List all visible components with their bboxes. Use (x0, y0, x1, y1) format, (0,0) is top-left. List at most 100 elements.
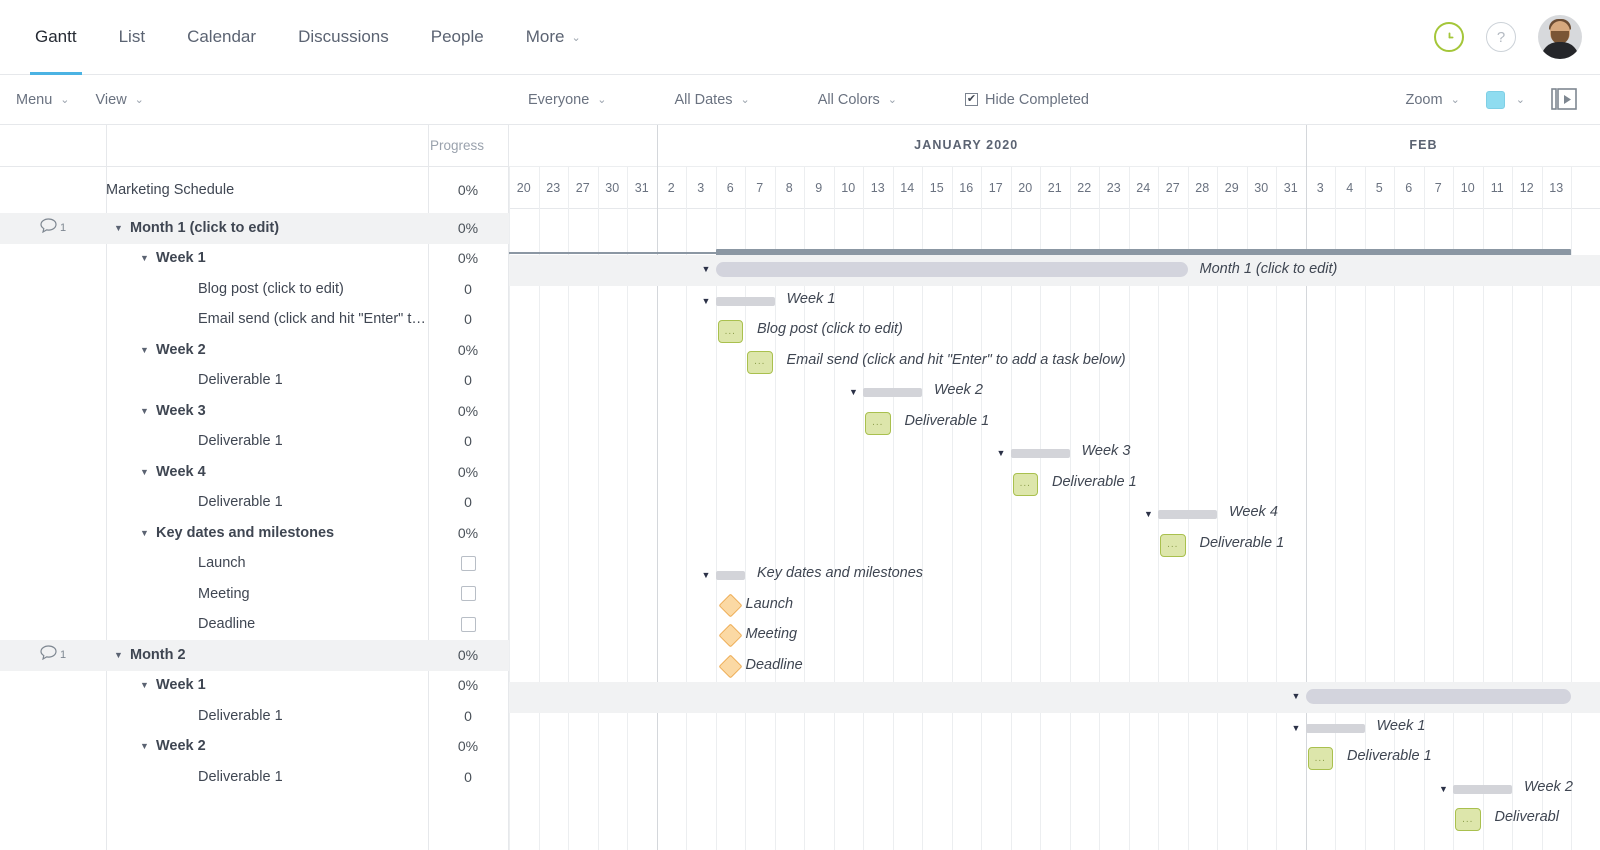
collapse-triangle-icon[interactable]: ▼ (997, 448, 1006, 458)
nav-tab-people[interactable]: People (410, 0, 505, 74)
progress-value[interactable]: 0% (428, 677, 508, 693)
progress-value[interactable]: 0% (428, 403, 508, 419)
all-colors-dropdown[interactable]: All Colors ⌄ (818, 92, 897, 108)
progress-value[interactable]: 0% (428, 525, 508, 541)
hide-completed-checkbox[interactable]: ✔ (965, 93, 978, 106)
gantt-milestone-diamond[interactable] (718, 654, 742, 678)
view-dropdown[interactable]: View ⌄ (96, 92, 144, 108)
hide-completed-toggle[interactable]: ✔ Hide Completed (965, 92, 1089, 108)
expand-triangle-icon[interactable]: ▼ (140, 467, 156, 477)
table-row[interactable]: Deliverable 10 (0, 366, 509, 397)
gantt-week-bar[interactable] (1158, 510, 1217, 519)
gantt-week-bar[interactable] (863, 388, 922, 397)
expand-triangle-icon[interactable]: ▼ (114, 223, 130, 233)
task-name-cell[interactable]: Meeting (106, 586, 428, 602)
task-name-cell[interactable]: Deliverable 1 (106, 769, 428, 785)
collapse-triangle-icon[interactable]: ▼ (1292, 691, 1301, 701)
progress-value[interactable]: 0% (428, 250, 508, 266)
nav-tab-more[interactable]: More⌄ (505, 0, 602, 74)
progress-value[interactable]: 0 (428, 281, 508, 297)
progress-cell[interactable] (428, 617, 508, 632)
everyone-dropdown[interactable]: Everyone ⌄ (528, 92, 606, 108)
gantt-row[interactable]: Launch (509, 591, 1600, 622)
collapse-triangle-icon[interactable]: ▼ (1144, 509, 1153, 519)
progress-value[interactable]: 0% (428, 647, 508, 663)
task-name-cell[interactable]: ▼Week 4 (106, 464, 428, 480)
comment-cell[interactable]: 1 (0, 218, 106, 237)
table-row[interactable]: ▼Week 10% (0, 671, 509, 702)
gantt-task-bar[interactable]: ... (865, 412, 891, 435)
milestone-checkbox[interactable] (461, 617, 476, 632)
progress-value[interactable]: 0% (428, 464, 508, 480)
progress-value[interactable]: 0% (428, 342, 508, 358)
gantt-week-bar[interactable] (716, 571, 746, 580)
expand-triangle-icon[interactable]: ▼ (140, 680, 156, 690)
gantt-row[interactable]: ▼Week 3 (509, 438, 1600, 469)
table-row[interactable]: Deliverable 10 (0, 762, 509, 793)
table-row[interactable]: Meeting (0, 579, 509, 610)
gantt-milestone-diamond[interactable] (718, 593, 742, 617)
nav-tab-list[interactable]: List (98, 0, 166, 74)
table-row[interactable]: Blog post (click to edit)0 (0, 274, 509, 305)
expand-triangle-icon[interactable]: ▼ (140, 253, 156, 263)
all-dates-dropdown[interactable]: All Dates ⌄ (674, 92, 749, 108)
gantt-week-bar[interactable] (716, 297, 775, 306)
color-swatch-dropdown[interactable]: ⌄ (1486, 91, 1525, 109)
gantt-row[interactable]: ...Deliverable 1 (509, 469, 1600, 500)
table-row[interactable]: Deadline (0, 610, 509, 641)
expand-triangle-icon[interactable]: ▼ (114, 650, 130, 660)
gantt-task-bar[interactable]: ... (1455, 808, 1481, 831)
expand-triangle-icon[interactable]: ▼ (140, 741, 156, 751)
task-name-cell[interactable]: ▼Week 2 (106, 738, 428, 754)
task-name-cell[interactable]: Deadline (106, 616, 428, 632)
task-name-cell[interactable]: ▼Month 2 (106, 647, 428, 663)
zoom-dropdown[interactable]: Zoom ⌄ (1405, 92, 1459, 108)
table-row[interactable]: 1▼Month 20% (0, 640, 509, 671)
gantt-task-bar[interactable]: ... (718, 320, 744, 343)
gantt-task-bar[interactable]: ... (1308, 747, 1334, 770)
progress-cell[interactable] (428, 556, 508, 571)
gantt-row[interactable]: ...Blog post (click to edit) (509, 316, 1600, 347)
menu-dropdown[interactable]: Menu ⌄ (16, 92, 70, 108)
gantt-parent-bar[interactable] (716, 262, 1188, 277)
gantt-parent-bar[interactable] (1306, 689, 1572, 704)
milestone-checkbox[interactable] (461, 586, 476, 601)
table-row[interactable]: Deliverable 10 (0, 701, 509, 732)
project-title-row[interactable]: Marketing Schedule 0% (0, 167, 509, 213)
progress-value[interactable]: 0 (428, 433, 508, 449)
task-name-cell[interactable]: ▼Week 1 (106, 250, 428, 266)
progress-value[interactable]: 0 (428, 769, 508, 785)
gantt-row[interactable]: ...Deliverable 1 (509, 408, 1600, 439)
gantt-week-bar[interactable] (1453, 785, 1512, 794)
collapse-triangle-icon[interactable]: ▼ (702, 264, 711, 274)
progress-cell[interactable] (428, 586, 508, 601)
gantt-row[interactable]: ▼Week 2 (509, 377, 1600, 408)
task-name-cell[interactable]: Deliverable 1 (106, 494, 428, 510)
table-row[interactable]: Launch (0, 549, 509, 580)
clock-icon[interactable] (1434, 22, 1464, 52)
task-name-cell[interactable]: ▼Key dates and milestones (106, 525, 428, 541)
task-name-cell[interactable]: Deliverable 1 (106, 433, 428, 449)
gantt-task-bar[interactable]: ... (747, 351, 773, 374)
avatar[interactable] (1538, 15, 1582, 59)
table-row[interactable]: ▼Key dates and milestones0% (0, 518, 509, 549)
task-name-cell[interactable]: Email send (click and hit "Enter" to a..… (106, 311, 428, 327)
gantt-milestone-diamond[interactable] (718, 623, 742, 647)
nav-tab-calendar[interactable]: Calendar (166, 0, 277, 74)
gantt-row[interactable]: ▼ (509, 682, 1600, 713)
table-row[interactable]: ▼Week 10% (0, 244, 509, 275)
expand-triangle-icon[interactable]: ▼ (140, 345, 156, 355)
task-name-cell[interactable]: Deliverable 1 (106, 372, 428, 388)
gantt-row[interactable]: ▼Week 1 (509, 713, 1600, 744)
table-row[interactable]: ▼Week 20% (0, 732, 509, 763)
task-name-cell[interactable]: Launch (106, 555, 428, 571)
task-name-cell[interactable]: Blog post (click to edit) (106, 281, 428, 297)
table-row[interactable]: Deliverable 10 (0, 488, 509, 519)
table-row[interactable]: ▼Week 30% (0, 396, 509, 427)
gantt-row[interactable]: ...Deliverabl (509, 804, 1600, 835)
gantt-week-bar[interactable] (1306, 724, 1365, 733)
task-name-cell[interactable]: ▼Month 1 (click to edit) (106, 220, 428, 236)
table-row[interactable]: Email send (click and hit "Enter" to a..… (0, 305, 509, 336)
table-row[interactable]: 1▼Month 1 (click to edit)0% (0, 213, 509, 244)
nav-tab-gantt[interactable]: Gantt (14, 0, 98, 74)
